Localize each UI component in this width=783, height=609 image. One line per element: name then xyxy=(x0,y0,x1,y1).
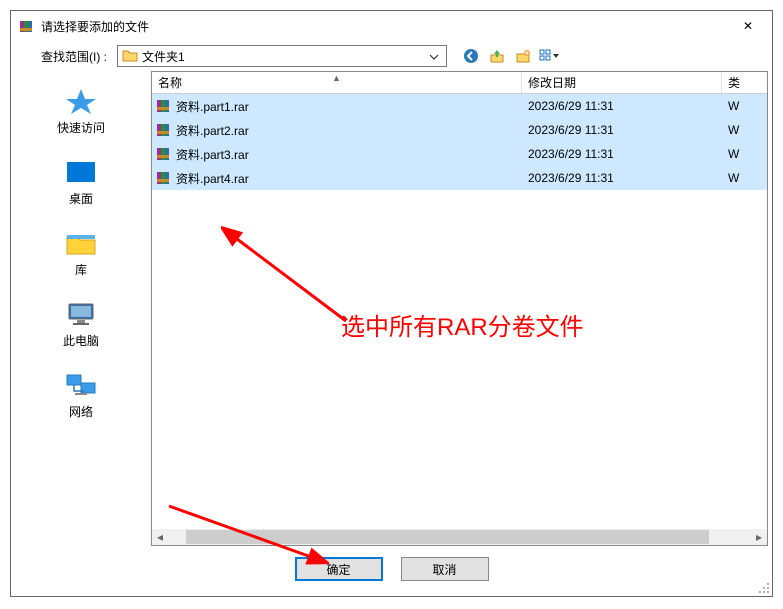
file-date: 2023/6/29 11:31 xyxy=(522,171,722,185)
file-row[interactable]: 资料.part1.rar 2023/6/29 11:31 W xyxy=(152,94,767,118)
folder-icon xyxy=(122,48,138,65)
rar-file-icon xyxy=(156,170,172,186)
window-title: 请选择要添加的文件 xyxy=(41,18,728,35)
sidebar-item-label: 快速访问 xyxy=(57,119,105,136)
file-name: 资料.part3.rar xyxy=(176,146,249,163)
sidebar-item-label: 库 xyxy=(75,261,87,278)
file-name: 资料.part1.rar xyxy=(176,98,249,115)
file-date: 2023/6/29 11:31 xyxy=(522,147,722,161)
horizontal-scrollbar[interactable]: ◂ ▸ xyxy=(152,529,767,545)
file-date: 2023/6/29 11:31 xyxy=(522,99,722,113)
chevron-down-icon[interactable] xyxy=(426,49,442,63)
places-sidebar: 快速访问 桌面 库 此电脑 xyxy=(11,71,151,546)
lookin-label: 查找范围(I) : xyxy=(41,48,107,65)
network-icon xyxy=(63,371,99,399)
dialog-buttons: 确定 取消 xyxy=(11,546,772,592)
libraries-icon xyxy=(63,229,99,257)
sidebar-item-this-pc[interactable]: 此电脑 xyxy=(11,292,151,363)
ok-button[interactable]: 确定 xyxy=(295,557,383,581)
file-type: W xyxy=(722,99,767,113)
close-icon: ✕ xyxy=(743,19,753,33)
rar-file-icon xyxy=(156,122,172,138)
sidebar-item-label: 桌面 xyxy=(69,190,93,207)
winrar-icon xyxy=(19,18,35,34)
column-header-date[interactable]: 修改日期 xyxy=(522,72,722,93)
back-button[interactable] xyxy=(461,46,481,66)
quick-access-icon xyxy=(63,87,99,115)
file-date: 2023/6/29 11:31 xyxy=(522,123,722,137)
file-rows: 资料.part1.rar 2023/6/29 11:31 W 资料.part2.… xyxy=(152,94,767,529)
file-type: W xyxy=(722,147,767,161)
cancel-button[interactable]: 取消 xyxy=(401,557,489,581)
path-combo[interactable]: 文件夹1 xyxy=(117,45,447,67)
close-button[interactable]: ✕ xyxy=(728,12,768,40)
scroll-left-icon[interactable]: ◂ xyxy=(152,530,168,544)
scroll-right-icon[interactable]: ▸ xyxy=(751,530,767,544)
sidebar-item-label: 此电脑 xyxy=(63,332,99,349)
sidebar-item-quick-access[interactable]: 快速访问 xyxy=(11,79,151,150)
file-name: 资料.part2.rar xyxy=(176,122,249,139)
sidebar-item-label: 网络 xyxy=(69,403,93,420)
sidebar-item-network[interactable]: 网络 xyxy=(11,363,151,434)
sort-asc-icon: ▲ xyxy=(332,73,341,83)
column-headers: ▲ 名称 修改日期 类 xyxy=(152,72,767,94)
sidebar-item-desktop[interactable]: 桌面 xyxy=(11,150,151,221)
rar-file-icon xyxy=(156,98,172,114)
sidebar-item-libraries[interactable]: 库 xyxy=(11,221,151,292)
title-bar: 请选择要添加的文件 ✕ xyxy=(11,11,772,41)
this-pc-icon xyxy=(63,300,99,328)
path-text: 文件夹1 xyxy=(142,48,185,65)
file-type: W xyxy=(722,123,767,137)
scrollbar-thumb[interactable] xyxy=(186,530,709,544)
toolbar: 查找范围(I) : 文件夹1 xyxy=(11,41,772,71)
file-list-area: ▲ 名称 修改日期 类 资料.part1.rar 2023/6/29 11:31 xyxy=(151,71,768,546)
file-name: 资料.part4.rar xyxy=(176,170,249,187)
view-menu-button[interactable] xyxy=(539,46,559,66)
desktop-icon xyxy=(63,158,99,186)
file-row[interactable]: 资料.part4.rar 2023/6/29 11:31 W xyxy=(152,166,767,190)
new-folder-button[interactable] xyxy=(513,46,533,66)
file-type: W xyxy=(722,171,767,185)
file-row[interactable]: 资料.part3.rar 2023/6/29 11:31 W xyxy=(152,142,767,166)
file-dialog-window: 请选择要添加的文件 ✕ 查找范围(I) : 文件夹1 xyxy=(10,10,773,597)
up-one-level-button[interactable] xyxy=(487,46,507,66)
column-header-name[interactable]: ▲ 名称 xyxy=(152,72,522,93)
column-header-type[interactable]: 类 xyxy=(722,72,767,93)
file-row[interactable]: 资料.part2.rar 2023/6/29 11:31 W xyxy=(152,118,767,142)
resize-grip[interactable] xyxy=(758,582,770,594)
rar-file-icon xyxy=(156,146,172,162)
